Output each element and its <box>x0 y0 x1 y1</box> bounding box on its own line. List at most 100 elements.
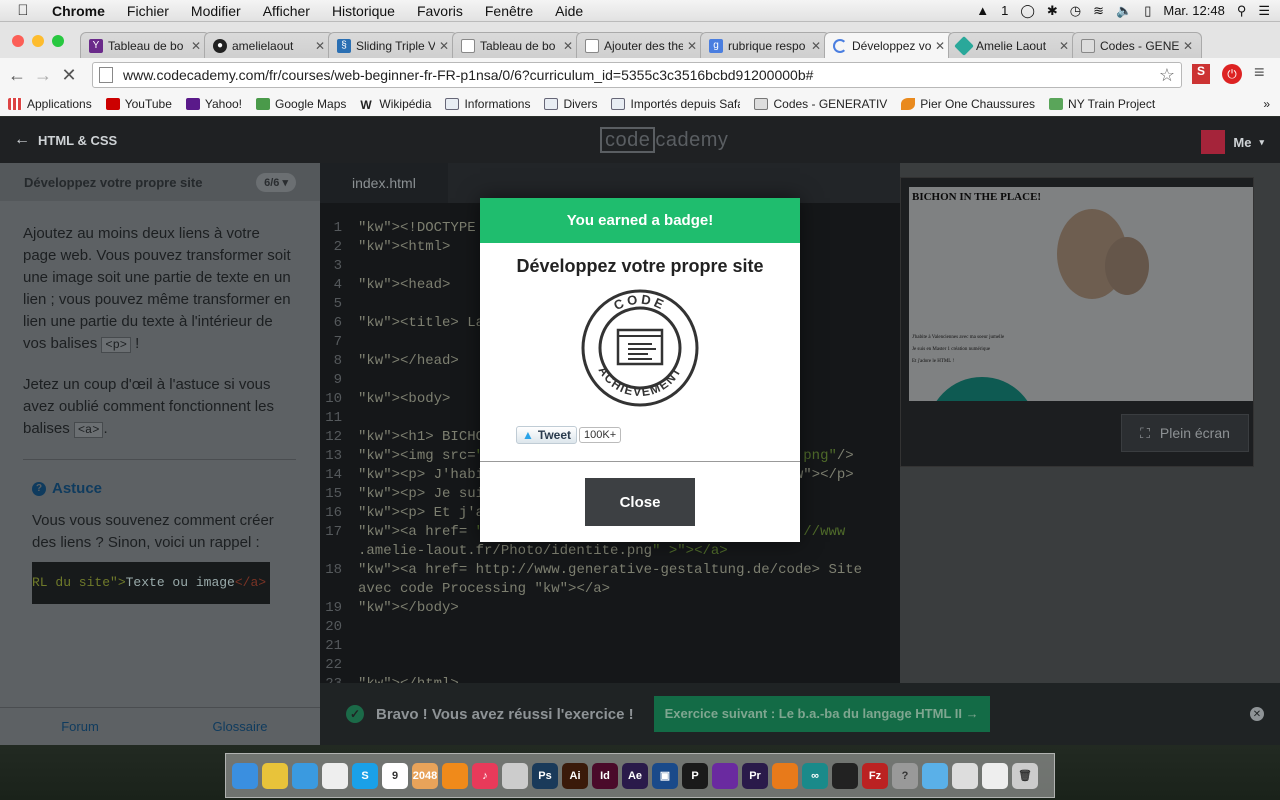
sync-icon[interactable]: ◯ <box>1020 3 1035 19</box>
next-exercise-button[interactable]: Exercice suivant : Le b.a.-ba du langage… <box>653 696 990 732</box>
user-menu[interactable]: Me ▾ <box>1201 130 1264 154</box>
dock-ps-icon[interactable]: Ps <box>532 762 558 789</box>
extension-stop-icon[interactable]: ⏻ <box>1222 64 1242 84</box>
menu-fenetre[interactable]: Fenêtre <box>474 3 544 19</box>
bookmark-folder-divers[interactable]: Divers <box>544 97 597 111</box>
menu-favoris[interactable]: Favoris <box>406 3 474 19</box>
tab-1[interactable]: Y Tableau de bo ✕ <box>80 32 210 58</box>
line-code[interactable]: "kw"><body> <box>358 390 450 409</box>
dock-2048-icon[interactable]: 2048 <box>412 762 438 789</box>
tab-9[interactable]: Codes - GENE ✕ <box>1072 32 1202 58</box>
menu-hamburger-icon[interactable]: ≡ <box>1254 62 1265 83</box>
tweet-button[interactable]: ▲ Tweet <box>516 426 578 444</box>
close-icon[interactable]: ✕ <box>1250 707 1264 721</box>
line-code[interactable]: "kw"></body> <box>358 599 459 618</box>
bookmark-yahoo[interactable]: Yahoo! <box>185 97 242 111</box>
code-line[interactable]: 18 "kw"><a href= http://www.generative-ge… <box>320 561 900 580</box>
forum-link[interactable]: Forum <box>0 708 160 745</box>
menu-historique[interactable]: Historique <box>321 3 406 19</box>
more-bookmarks-icon[interactable]: » <box>1263 97 1270 111</box>
bookmark-codes-generativ[interactable]: Codes - GENERATIV <box>754 97 887 111</box>
dock-calendar-icon[interactable]: 9 <box>382 762 408 789</box>
code-line[interactable]: 22 <box>320 656 900 675</box>
dock-github-icon[interactable] <box>832 762 858 789</box>
bookmark-applications[interactable]: Applications <box>8 97 92 111</box>
line-code[interactable]: "kw"></head> <box>358 352 459 371</box>
dock-mail-icon[interactable] <box>982 762 1008 789</box>
dock-apps-icon[interactable] <box>922 762 948 789</box>
dock-chrome-icon[interactable] <box>262 762 288 789</box>
dock-box-icon[interactable]: ▣ <box>652 762 678 789</box>
close-tab-icon[interactable]: ✕ <box>1059 39 1069 53</box>
adobe-icon[interactable]: ▲ <box>976 3 989 18</box>
stop-icon[interactable]: ✕ <box>56 65 82 86</box>
address-bar[interactable]: www.codecademy.com/fr/courses/web-beginn… <box>92 62 1182 88</box>
tab-6[interactable]: g rubrique respo ✕ <box>700 32 830 58</box>
menu-afficher[interactable]: Afficher <box>252 3 321 19</box>
menu-app[interactable]: Chrome <box>46 3 116 19</box>
close-tab-icon[interactable]: ✕ <box>439 39 449 53</box>
bookmark-folder-importes[interactable]: Importés depuis Safa <box>611 97 740 111</box>
maximize-window-icon[interactable] <box>52 35 64 47</box>
bookmark-google-maps[interactable]: Google Maps <box>256 97 346 111</box>
fullscreen-button[interactable]: ⛶ Plein écran <box>1121 414 1249 452</box>
code-line[interactable]: avec code Processing "kw"></a> <box>320 580 900 599</box>
code-line[interactable]: 21 <box>320 637 900 656</box>
dock-id-icon[interactable]: Id <box>592 762 618 789</box>
bluetooth-icon[interactable]: ✱ <box>1047 3 1058 19</box>
wifi-icon[interactable]: ≋ <box>1093 3 1104 19</box>
bookmark-wikipedia[interactable]: W Wikipédia <box>360 97 431 112</box>
line-code[interactable]: "kw"><html> <box>358 238 450 257</box>
lesson-pager[interactable]: 6/6 ▾ <box>256 172 296 192</box>
code-line[interactable]: 20 <box>320 618 900 637</box>
dock-ae-icon[interactable]: Ae <box>622 762 648 789</box>
battery-icon[interactable]: ▯ <box>1144 3 1151 19</box>
clock[interactable]: Mar. 12:48 <box>1163 3 1224 18</box>
bookmark-star-icon[interactable]: ☆ <box>1159 65 1175 86</box>
hint-section[interactable]: ? Astuce Vous vous souvenez comment créer… <box>32 478 296 604</box>
code-line[interactable]: .amelie-laout.fr/Photo/identite.png" >">… <box>320 542 900 561</box>
dock-p-icon[interactable]: P <box>682 762 708 789</box>
dock-filezilla-icon[interactable]: Fz <box>862 762 888 789</box>
close-tab-icon[interactable]: ✕ <box>1183 39 1193 53</box>
bookmark-youtube[interactable]: YouTube <box>105 97 172 111</box>
close-tab-icon[interactable]: ✕ <box>811 39 821 53</box>
dock-itunes-icon[interactable]: ♪ <box>472 762 498 789</box>
close-tab-icon[interactable]: ✕ <box>935 39 945 53</box>
close-tab-icon[interactable]: ✕ <box>315 39 325 53</box>
dock-vlc-icon[interactable] <box>442 762 468 789</box>
minimize-window-icon[interactable] <box>32 35 44 47</box>
bookmark-pier-one[interactable]: Pier One Chaussures <box>901 97 1035 111</box>
close-tab-icon[interactable]: ✕ <box>191 39 201 53</box>
page-info-icon[interactable] <box>99 67 113 83</box>
dock-sound-icon[interactable] <box>712 762 738 789</box>
hint-title[interactable]: ? Astuce <box>32 478 296 500</box>
dock-skype-icon[interactable]: S <box>352 762 378 789</box>
tab-2[interactable]: ● amelielaout ✕ <box>204 32 334 58</box>
dock-blender-icon[interactable] <box>772 762 798 789</box>
dock-pr-icon[interactable]: Pr <box>742 762 768 789</box>
arrow-left-icon[interactable]: ← <box>14 131 30 149</box>
close-tab-icon[interactable]: ✕ <box>687 39 697 53</box>
close-button[interactable]: Close <box>585 478 695 526</box>
tab-7-active[interactable]: Développez vo ✕ <box>824 32 954 58</box>
dock-photos-icon[interactable] <box>952 762 978 789</box>
line-code[interactable]: .amelie-laout.fr/Photo/identite.png" >">… <box>358 542 728 561</box>
glossary-link[interactable]: Glossaire <box>160 708 320 745</box>
line-code[interactable]: avec code Processing "kw"></a> <box>358 580 610 599</box>
code-line[interactable]: 19 "kw"></body> <box>320 599 900 618</box>
bookmark-ny-train[interactable]: NY Train Project <box>1049 97 1155 111</box>
url-text[interactable]: www.codecademy.com/fr/courses/web-beginn… <box>123 67 813 83</box>
spotlight-icon[interactable]: ⚲ <box>1237 3 1247 19</box>
menu-aide[interactable]: Aide <box>544 3 594 19</box>
bookmark-folder-informations[interactable]: Informations <box>445 97 530 111</box>
close-tab-icon[interactable]: ✕ <box>563 39 573 53</box>
tab-3[interactable]: § Sliding Triple V ✕ <box>328 32 458 58</box>
line-code[interactable]: "kw"><a href= http://www.generative-gest… <box>358 561 862 580</box>
back-icon[interactable]: ← <box>4 65 30 86</box>
dock-ai-icon[interactable]: Ai <box>562 762 588 789</box>
apple-icon[interactable]:  <box>0 2 46 19</box>
menu-modifier[interactable]: Modifier <box>180 3 252 19</box>
file-tab[interactable]: index.html <box>320 163 448 203</box>
dock-files-icon[interactable] <box>502 762 528 789</box>
